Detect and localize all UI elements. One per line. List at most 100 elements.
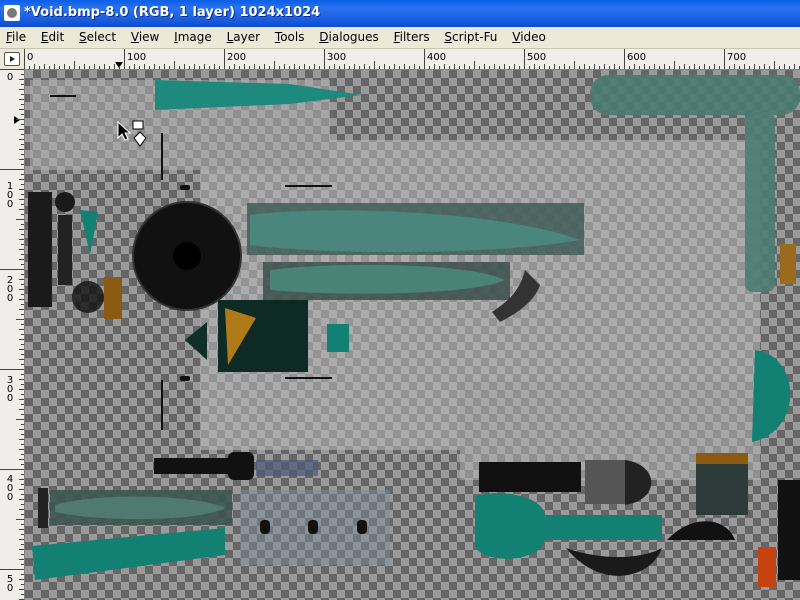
ruler-tick	[19, 299, 24, 300]
ruler-tick	[514, 64, 515, 69]
ruler-tick	[354, 64, 355, 69]
ruler-tick	[679, 66, 680, 69]
horizontal-ruler[interactable]: 0 100 200 300 400 500 600 700	[24, 49, 800, 70]
ruler-tick	[614, 64, 615, 69]
ruler-tick	[694, 64, 695, 69]
ruler-label: 0	[6, 72, 14, 83]
menu-dialogues[interactable]: Dialogues	[313, 27, 383, 48]
ruler-tick	[19, 149, 24, 150]
cursor-position-marker	[14, 116, 20, 124]
ruler-tick	[19, 389, 24, 390]
ruler-tick	[39, 66, 40, 69]
ruler-tick	[389, 66, 390, 69]
ruler-tick	[21, 464, 24, 465]
ruler-tick	[169, 66, 170, 69]
ruler-tick	[319, 66, 320, 69]
ruler-tick	[21, 174, 24, 175]
ruler-tick	[19, 129, 24, 130]
ruler-tick	[699, 66, 700, 69]
ruler-tick	[19, 429, 24, 430]
menu-script-fu[interactable]: Script-Fu	[438, 27, 502, 48]
texture-engine-hub	[173, 242, 201, 270]
menu-select[interactable]: Select	[73, 27, 121, 48]
texture-black-crescent	[566, 548, 662, 576]
quick-mask-toggle[interactable]	[0, 49, 25, 70]
ruler-tick	[21, 364, 24, 365]
ruler-tick	[384, 64, 385, 69]
ruler-tick	[179, 66, 180, 69]
ruler-tick	[21, 164, 24, 165]
texture-dark-blob	[72, 281, 104, 313]
ruler-tick	[324, 49, 325, 69]
ruler-tick	[21, 494, 24, 495]
ruler-tick	[21, 234, 24, 235]
ruler-tick	[644, 64, 645, 69]
menu-view[interactable]: View	[125, 27, 164, 48]
ruler-tick	[21, 544, 24, 545]
ruler-tick	[539, 66, 540, 69]
ruler-label: 500	[527, 52, 547, 63]
ruler-tick	[0, 569, 24, 570]
ruler-tick	[19, 239, 24, 240]
ruler-tick	[569, 66, 570, 69]
ruler-tick	[0, 369, 24, 370]
ruler-tick	[21, 314, 24, 315]
menu-video[interactable]: Video	[506, 27, 551, 48]
menu-file[interactable]: File	[0, 27, 31, 48]
vertical-ruler[interactable]: 0 1 0 0 2 0 0 3 0 0 4 0 0 5 0	[0, 69, 25, 600]
ruler-tick	[21, 384, 24, 385]
ruler-tick	[684, 64, 685, 69]
ruler-tick	[289, 66, 290, 69]
ruler-tick	[21, 534, 24, 535]
ruler-label: 600	[627, 52, 647, 63]
ruler-tick	[449, 66, 450, 69]
image-canvas[interactable]	[25, 70, 800, 600]
texture-teal-fin	[80, 210, 98, 255]
ruler-tick	[589, 66, 590, 69]
play-icon[interactable]	[4, 52, 20, 66]
texture-orange-block	[780, 244, 796, 284]
ruler-label: 200	[227, 52, 247, 63]
ruler-tick	[16, 519, 24, 520]
menu-layer[interactable]: Layer	[221, 27, 265, 48]
menu-filters[interactable]: Filters	[388, 27, 435, 48]
ruler-label: 0	[6, 583, 14, 594]
ruler-tick	[564, 64, 565, 69]
ruler-tick	[764, 64, 765, 69]
ruler-tick	[344, 64, 345, 69]
gimp-app-icon[interactable]	[4, 5, 20, 21]
ruler-tick	[29, 66, 30, 69]
ruler-tick	[719, 66, 720, 69]
ruler-tick	[21, 264, 24, 265]
ruler-tick	[0, 269, 24, 270]
ruler-tick	[19, 339, 24, 340]
texture-teal-square	[327, 324, 349, 352]
ruler-tick	[16, 119, 24, 120]
texture-image	[28, 75, 800, 587]
texture-orange-block	[104, 277, 122, 319]
menu-edit[interactable]: Edit	[35, 27, 69, 48]
texture-black-bar	[28, 192, 52, 307]
ruler-tick	[769, 66, 770, 69]
menu-tools[interactable]: Tools	[269, 27, 310, 48]
ruler-tick	[559, 66, 560, 69]
ruler-tick	[224, 49, 225, 69]
ruler-tick	[519, 66, 520, 69]
ruler-tick	[21, 324, 24, 325]
ruler-tick	[424, 49, 425, 69]
ruler-tick	[744, 64, 745, 69]
ruler-tick	[21, 434, 24, 435]
ruler-tick	[21, 514, 24, 515]
ruler-tick	[19, 309, 24, 310]
ruler-tick	[19, 399, 24, 400]
ruler-tick	[189, 66, 190, 69]
ruler-tick	[21, 294, 24, 295]
ruler-tick	[689, 66, 690, 69]
ruler-tick	[21, 454, 24, 455]
ruler-tick	[19, 159, 24, 160]
ruler-tick	[159, 66, 160, 69]
ruler-tick	[21, 354, 24, 355]
menu-image[interactable]: Image	[168, 27, 217, 48]
ruler-tick	[454, 64, 455, 69]
ruler-tick	[16, 419, 24, 420]
